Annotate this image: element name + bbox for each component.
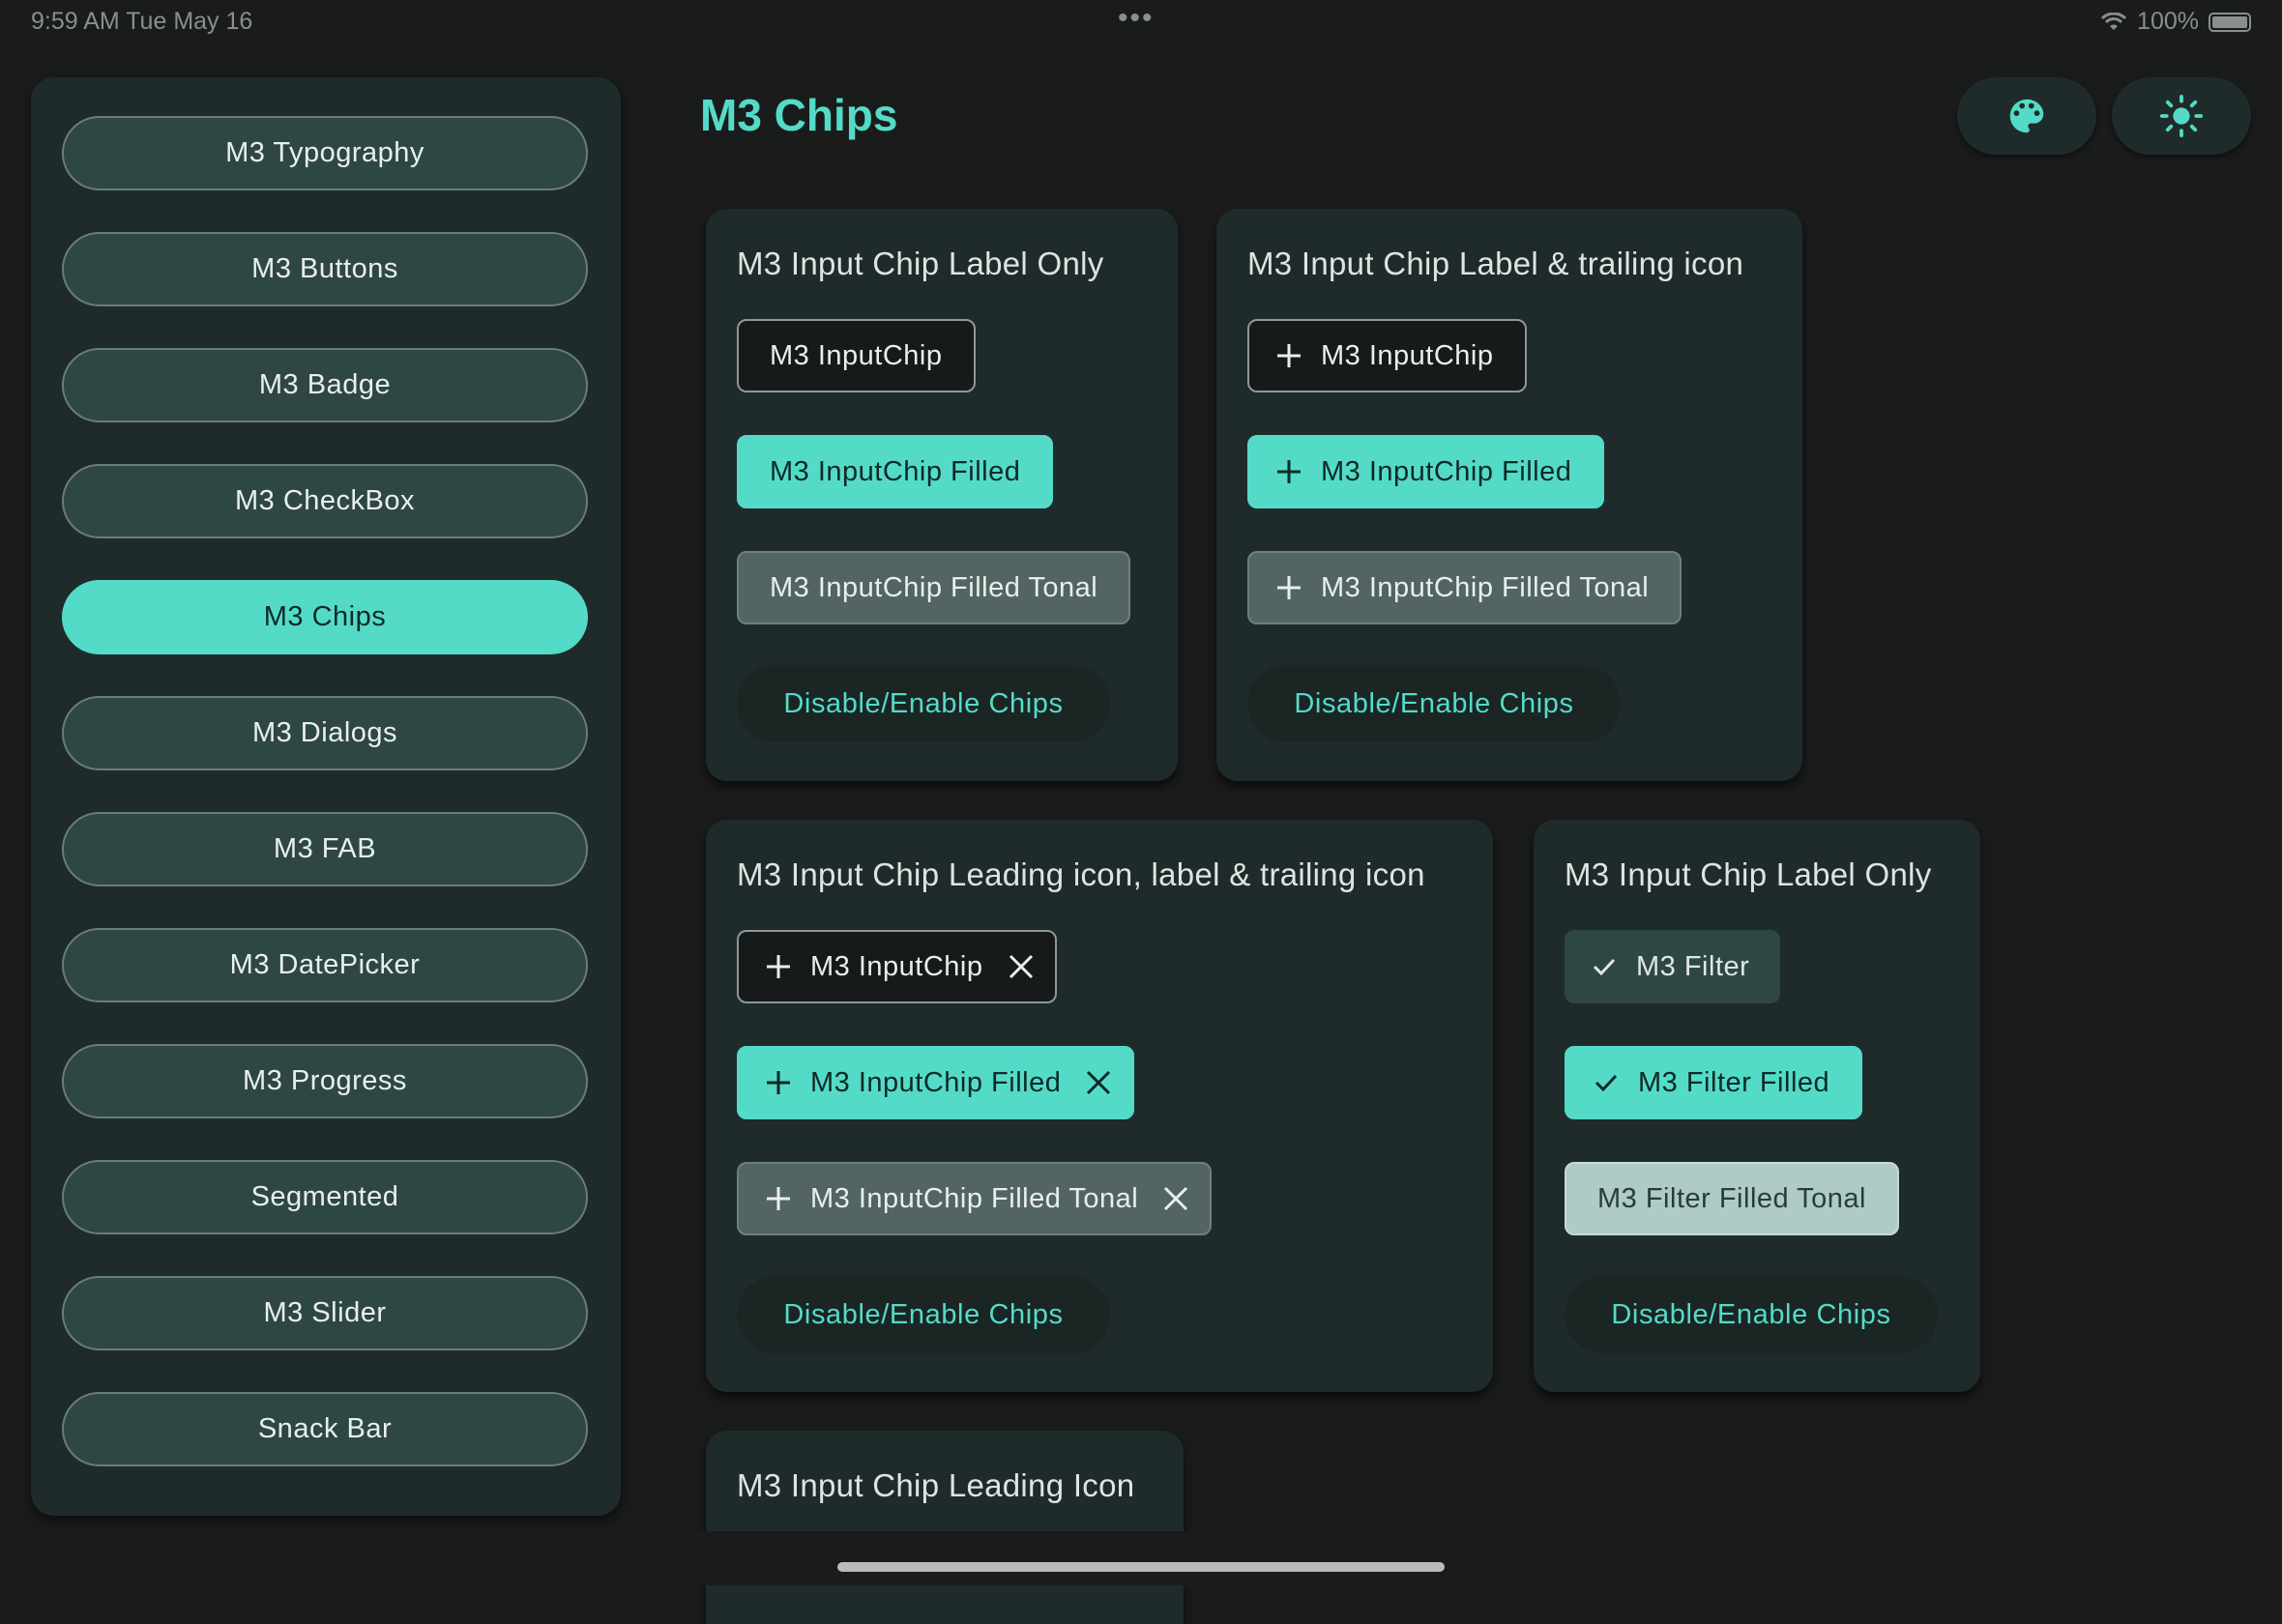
battery-percent: 100% [2137,8,2199,35]
chip-label: M3 InputChip Filled [810,1066,1062,1098]
chip-label: M3 InputChip [810,950,983,982]
input-chip-filled-tonal[interactable]: M3 InputChip Filled Tonal [737,1162,1213,1235]
filter-chip-filled[interactable]: M3 Filter Filled [1565,1046,1863,1119]
sidebar-item-typography[interactable]: M3 Typography [62,116,588,190]
card-title: M3 Input Chip Label Only [1565,856,1932,892]
chip-label: M3 InputChip Filled Tonal [810,1182,1139,1214]
card-title: M3 Input Chip Label Only [737,246,1104,281]
chip-label: M3 InputChip Filled Tonal [770,571,1098,603]
palette-button[interactable] [1957,77,2096,155]
sidebar-item-dialogs[interactable]: M3 Dialogs [62,696,588,770]
chip-label: M3 InputChip [770,339,943,371]
close-icon[interactable] [1082,1066,1115,1099]
sidebar-item-fab[interactable]: M3 FAB [62,812,588,886]
theme-toggle-button[interactable] [2112,77,2251,155]
input-chip-outlined[interactable]: M3 InputChip [737,319,976,392]
status-bar: 9:59 AM Tue May 16 ••• 100% [0,0,2282,44]
chip-label: M3 InputChip Filled [1321,455,1572,487]
sidebar-item-badge[interactable]: M3 Badge [62,348,588,422]
plus-icon [762,1066,795,1099]
sidebar-item-buttons[interactable]: M3 Buttons [62,232,588,306]
sidebar-item-segmented[interactable]: Segmented [62,1160,588,1234]
input-chip-filled[interactable]: M3 InputChip Filled [1247,435,1605,508]
sidebar-item-label: M3 Slider [263,1297,387,1328]
button-label: Disable/Enable Chips [1611,1298,1891,1330]
input-chip-filled-tonal[interactable]: M3 InputChip Filled Tonal [1247,551,1682,624]
close-icon[interactable] [1159,1182,1192,1215]
input-chip-outlined[interactable]: M3 InputChip [1247,319,1527,392]
card-input-chip-label-trailing-icon: M3 Input Chip Label & trailing icon M3 I… [1216,209,1802,781]
input-chip-filled-tonal[interactable]: M3 InputChip Filled Tonal [737,551,1131,624]
sidebar-item-checkbox[interactable]: M3 CheckBox [62,464,588,538]
input-chip-filled[interactable]: M3 InputChip Filled [737,1046,1135,1119]
chip-label: M3 InputChip Filled [770,455,1021,487]
sidebar-item-snackbar[interactable]: Snack Bar [62,1392,588,1466]
card-title: M3 Input Chip Label & trailing icon [1247,246,1744,281]
home-indicator[interactable] [837,1562,1445,1572]
disable-enable-chips-button[interactable]: Disable/Enable Chips [1565,1276,1938,1353]
card-title: M3 Input Chip Leading Icon [737,1467,1135,1503]
filter-chip-filled-tonal[interactable]: M3 Filter Filled Tonal [1565,1162,1900,1235]
sidebar-item-label: Snack Bar [257,1413,393,1444]
button-label: Disable/Enable Chips [783,1298,1064,1330]
wifi-icon [2100,12,2127,30]
sidebar-item-progress[interactable]: M3 Progress [62,1044,588,1118]
sidebar-item-chips[interactable]: M3 Chips [62,580,588,654]
sidebar-item-label: M3 CheckBox [234,485,415,516]
sidebar-item-label: M3 Progress [243,1065,407,1096]
multitasking-dots-icon[interactable]: ••• [1118,2,1155,35]
plus-icon [1273,339,1305,372]
page-title: M3 Chips [700,90,898,140]
bottom-area [0,1531,2282,1585]
chip-label: M3 InputChip Filled Tonal [1321,571,1650,603]
sidebar-item-slider[interactable]: M3 Slider [62,1276,588,1350]
sidebar-item-label: M3 Badge [258,369,392,400]
close-icon[interactable] [1005,950,1038,983]
check-icon [1590,1066,1623,1099]
plus-icon [1273,455,1305,488]
chip-label: M3 Filter [1636,950,1750,982]
disable-enable-chips-button[interactable]: Disable/Enable Chips [737,1276,1110,1353]
sidebar: M3 Typography M3 Buttons M3 Badge M3 Che… [31,77,621,1516]
sidebar-item-label: Segmented [250,1181,399,1212]
chip-label: M3 Filter Filled Tonal [1597,1182,1867,1214]
card-title: M3 Input Chip Leading icon, label & trai… [737,856,1425,892]
plus-icon [1273,571,1305,604]
sidebar-item-label: M3 Typography [225,137,424,168]
disable-enable-chips-button[interactable]: Disable/Enable Chips [1247,665,1621,742]
sun-icon [2159,94,2204,138]
battery-icon [2209,12,2251,32]
sidebar-item-label: M3 Buttons [251,253,398,284]
sidebar-item-label: M3 Dialogs [251,717,398,748]
card-input-chip-leading-trailing-icon: M3 Input Chip Leading icon, label & trai… [706,820,1493,1392]
status-right: 100% [2100,8,2251,36]
button-label: Disable/Enable Chips [783,687,1064,719]
palette-icon [2009,99,2044,133]
chip-label: M3 Filter Filled [1638,1066,1830,1098]
disable-enable-chips-button[interactable]: Disable/Enable Chips [737,665,1110,742]
card-input-chip-leading-icon: M3 Input Chip Leading Icon [706,1431,1184,1624]
button-label: Disable/Enable Chips [1294,687,1574,719]
plus-icon [762,950,795,983]
sidebar-item-label: M3 DatePicker [229,949,421,980]
card-filter-chips: M3 Input Chip Label Only M3 Filter M3 Fi… [1534,820,1980,1392]
card-input-chip-label-only: M3 Input Chip Label Only M3 InputChip M3… [706,209,1178,781]
status-time: 9:59 AM Tue May 16 [31,8,253,35]
chip-label: M3 InputChip [1321,339,1494,371]
sidebar-item-datepicker[interactable]: M3 DatePicker [62,928,588,1002]
filter-chip[interactable]: M3 Filter [1565,930,1781,1003]
check-icon [1588,950,1621,983]
sidebar-item-label: M3 Chips [263,601,387,632]
input-chip-filled[interactable]: M3 InputChip Filled [737,435,1054,508]
plus-icon [762,1182,795,1215]
input-chip-outlined[interactable]: M3 InputChip [737,930,1057,1003]
sidebar-item-label: M3 FAB [273,833,377,864]
